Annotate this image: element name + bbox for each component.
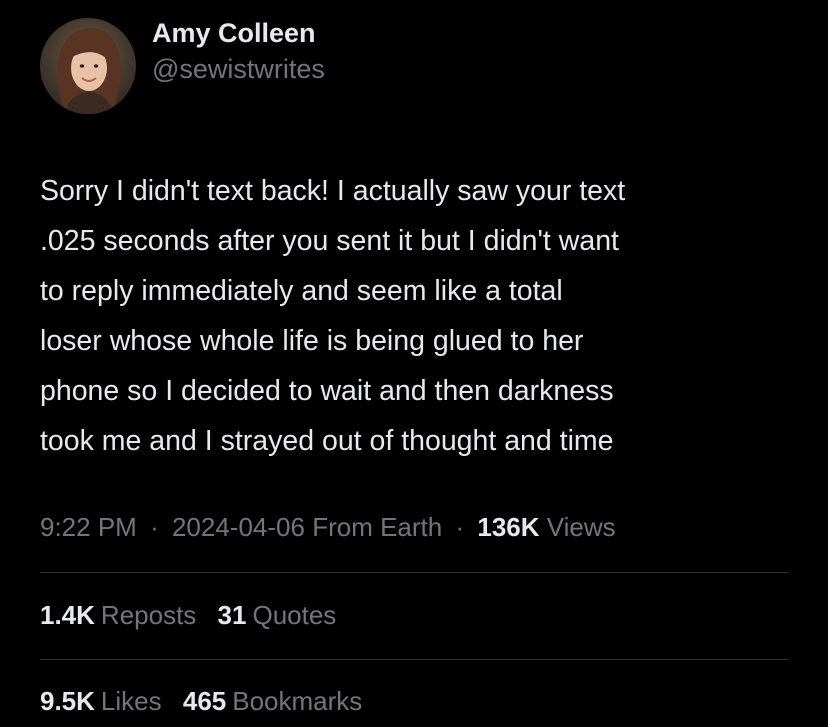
engagement-row-likes-bookmarks: 9.5K Likes 465 Bookmarks — [40, 681, 376, 721]
bookmarks-stat[interactable]: 465 Bookmarks — [183, 681, 362, 721]
tweet-text-line: .025 seconds after you sent it but I did… — [40, 225, 619, 257]
tweet-header: Amy Colleen @sewistwrites — [40, 18, 325, 114]
likes-stat[interactable]: 9.5K Likes — [40, 681, 162, 721]
quotes-label: Quotes — [252, 600, 337, 630]
tweet-meta: 9:22 PM · 2024-04-06 From Earth · 136K V… — [40, 507, 616, 547]
meta-separator: · — [150, 512, 159, 542]
tweet-text-line: phone so I decided to wait and then dark… — [40, 375, 614, 407]
reposts-count: 1.4K — [40, 600, 95, 630]
author-handle[interactable]: @sewistwrites — [152, 53, 325, 87]
meta-separator: · — [455, 512, 465, 542]
tweet-date[interactable]: 2024-04-06 — [172, 512, 305, 542]
quotes-stat[interactable]: 31 Quotes — [218, 595, 337, 635]
tweet-text-line: to reply immediately and seem like a tot… — [40, 275, 563, 307]
tweet-text-line: loser whose whole life is being glued to… — [40, 325, 584, 357]
quotes-count: 31 — [217, 600, 247, 630]
likes-label: Likes — [100, 686, 162, 716]
tweet-text-line: Sorry I didn't text back! I actually saw… — [40, 175, 626, 207]
tweet-detail: Amy Colleen @sewistwrites Sorry I didn't… — [0, 0, 828, 727]
reposts-stat[interactable]: 1.4K Reposts — [40, 595, 196, 635]
bookmarks-label: Bookmarks — [232, 686, 363, 716]
bookmarks-count: 465 — [182, 686, 227, 716]
views-count[interactable]: 136K — [477, 512, 539, 542]
views-label: Views — [546, 512, 616, 542]
profile-photo-icon — [40, 18, 136, 114]
tweet-source: From Earth — [312, 512, 443, 542]
tweet-text: Sorry I didn't text back! I actually saw… — [40, 166, 800, 466]
author-names: Amy Colleen @sewistwrites — [152, 4, 325, 100]
author-display-name[interactable]: Amy Colleen — [152, 17, 325, 51]
engagement-row-reposts-quotes: 1.4K Reposts 31 Quotes — [40, 595, 350, 635]
reposts-label: Reposts — [100, 600, 197, 630]
divider — [40, 572, 788, 573]
tweet-text-line: took me and I strayed out of thought and… — [40, 425, 614, 457]
likes-count: 9.5K — [40, 686, 95, 716]
divider — [40, 659, 788, 660]
tweet-time[interactable]: 9:22 PM — [40, 512, 137, 542]
avatar[interactable] — [40, 18, 136, 114]
